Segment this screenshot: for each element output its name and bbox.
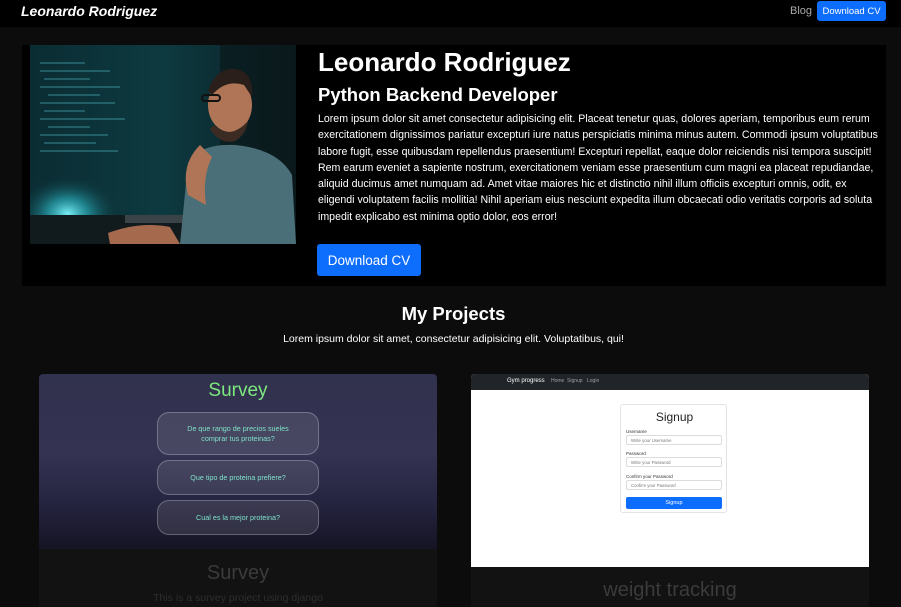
survey-question-pill: Que tipo de proteina prefiere? — [157, 460, 319, 495]
project-title: Survey — [206, 562, 270, 584]
field-input: Confirm your Password — [626, 480, 722, 490]
mini-link-signup: Signup — [567, 378, 583, 384]
nav-link-blog[interactable]: Blog — [790, 5, 812, 17]
project-description: This is a survey project using django — [153, 592, 323, 604]
field-label: Username — [626, 429, 647, 434]
survey-screenshot: Survey De que rango de precios sueles co… — [39, 374, 437, 549]
field-label: Password — [626, 451, 646, 456]
signup-form-title: Signup — [655, 410, 694, 424]
nav-download-cv-button[interactable]: Download CV — [817, 1, 886, 21]
mini-link-login: Login — [587, 378, 600, 384]
signup-form: Signup Username Write your Username Pass… — [620, 404, 727, 513]
project-card-weight-tracking[interactable]: Gym progress Home Signup Login Signup Us… — [471, 374, 869, 607]
projects-title: My Projects — [401, 303, 506, 324]
hero-name: Leonardo Rodriguez — [318, 47, 571, 77]
mini-brand: Gym progress — [507, 378, 545, 384]
survey-question-pill: Cual es la mejor proteina? — [157, 500, 319, 535]
brand-link[interactable]: Leonardo Rodriguez — [21, 3, 157, 19]
project-title: weight tracking — [603, 579, 737, 601]
download-cv-button[interactable]: Download CV — [317, 244, 421, 276]
field-input: Write your Username — [626, 435, 722, 445]
projects-subtitle: Lorem ipsum dolor sit amet, consectetur … — [283, 333, 624, 345]
project-card-survey[interactable]: Survey De que rango de precios sueles co… — [39, 374, 437, 607]
navbar: Leonardo Rodriguez Blog Download CV — [0, 0, 901, 27]
mini-navbar: Gym progress Home Signup Login — [471, 374, 869, 390]
signup-screenshot: Gym progress Home Signup Login Signup Us… — [471, 374, 869, 567]
hero-section: Leonardo Rodriguez Python Backend Develo… — [22, 45, 886, 286]
signup-submit: Signup — [626, 497, 722, 509]
field-label: Confirm your Password — [626, 474, 673, 479]
mini-link-home: Home — [551, 378, 565, 384]
profile-photo — [30, 45, 296, 244]
survey-screenshot-title: Survey — [208, 380, 268, 401]
survey-question-pill: De que rango de precios sueles comprar t… — [157, 412, 319, 455]
hero-role: Python Backend Developer — [318, 84, 558, 105]
field-input: Write your Password — [626, 457, 722, 467]
hero-bio: Lorem ipsum dolor sit amet consectetur a… — [318, 113, 878, 223]
